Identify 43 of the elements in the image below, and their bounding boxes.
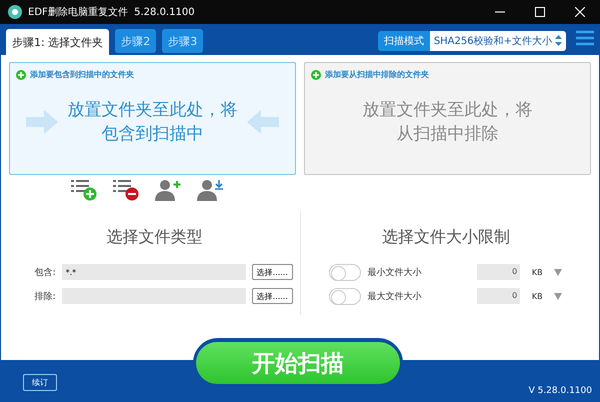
- arrow-icon: [26, 110, 58, 134]
- size-field[interactable]: 0: [477, 288, 520, 304]
- spinner-arrows-icon[interactable]: [555, 35, 562, 46]
- step-tab[interactable]: 步骤1: 选择文件夹: [6, 29, 110, 55]
- toggle-switch[interactable]: [329, 288, 362, 304]
- unit-label: KB: [530, 292, 544, 300]
- drop-hint: 放置文件夹至此处，将从扫描中排除: [362, 99, 534, 146]
- size-field[interactable]: 0: [477, 264, 520, 280]
- user-download-icon[interactable]: [197, 179, 223, 201]
- file-type-field[interactable]: *.*: [62, 264, 246, 280]
- version-label: V 5.28.0.1100: [528, 386, 592, 396]
- unit-label: KB: [530, 268, 544, 276]
- drop-zone[interactable]: 添加要包含到扫描中的文件夹 放置文件夹至此处，将包含到扫描中: [9, 62, 296, 175]
- dropdown-icon[interactable]: [554, 268, 562, 276]
- close-icon[interactable]: [575, 7, 585, 17]
- toggle-switch[interactable]: [329, 264, 362, 280]
- section-title: 选择文件大小限制: [382, 227, 510, 248]
- add-folder-link[interactable]: 添加要包含到扫描中的文件夹: [30, 69, 134, 80]
- list-remove-icon[interactable]: [113, 179, 139, 201]
- list-add-icon[interactable]: [71, 179, 97, 201]
- dropdown-icon[interactable]: [554, 292, 562, 300]
- app-icon: [8, 5, 22, 19]
- renew-button[interactable]: 续订: [23, 374, 57, 390]
- drop-zone[interactable]: 添加要从扫描中排除的文件夹 放置文件夹至此处，将从扫描中排除: [304, 62, 591, 175]
- scan-mode-select[interactable]: SHA256校验和+文件大小: [430, 30, 566, 50]
- user-add-icon[interactable]: [155, 179, 181, 201]
- scan-mode-label: 扫描模式: [378, 30, 430, 50]
- field-label: 包含:: [34, 266, 56, 278]
- choose-button[interactable]: 选择......: [252, 288, 293, 304]
- drop-hint: 放置文件夹至此处，将包含到扫描中: [66, 99, 238, 146]
- add-folder-link[interactable]: 添加要从扫描中排除的文件夹: [325, 69, 429, 80]
- window-title: EDF删除电脑重复文件 5.28.0.1100: [28, 6, 196, 19]
- size-label: 最小文件大小: [367, 266, 422, 278]
- plus-icon: [311, 70, 321, 80]
- section-title: 选择文件类型: [106, 227, 202, 248]
- maximize-icon[interactable]: [535, 7, 545, 17]
- field-label: 排除:: [34, 290, 56, 302]
- plus-icon: [16, 70, 26, 80]
- scan-mode-value: SHA256校验和+文件大小: [434, 34, 552, 48]
- arrow-icon: [247, 110, 279, 134]
- menu-button[interactable]: [576, 30, 594, 46]
- choose-button[interactable]: 选择......: [252, 264, 293, 280]
- size-label: 最大文件大小: [367, 290, 422, 302]
